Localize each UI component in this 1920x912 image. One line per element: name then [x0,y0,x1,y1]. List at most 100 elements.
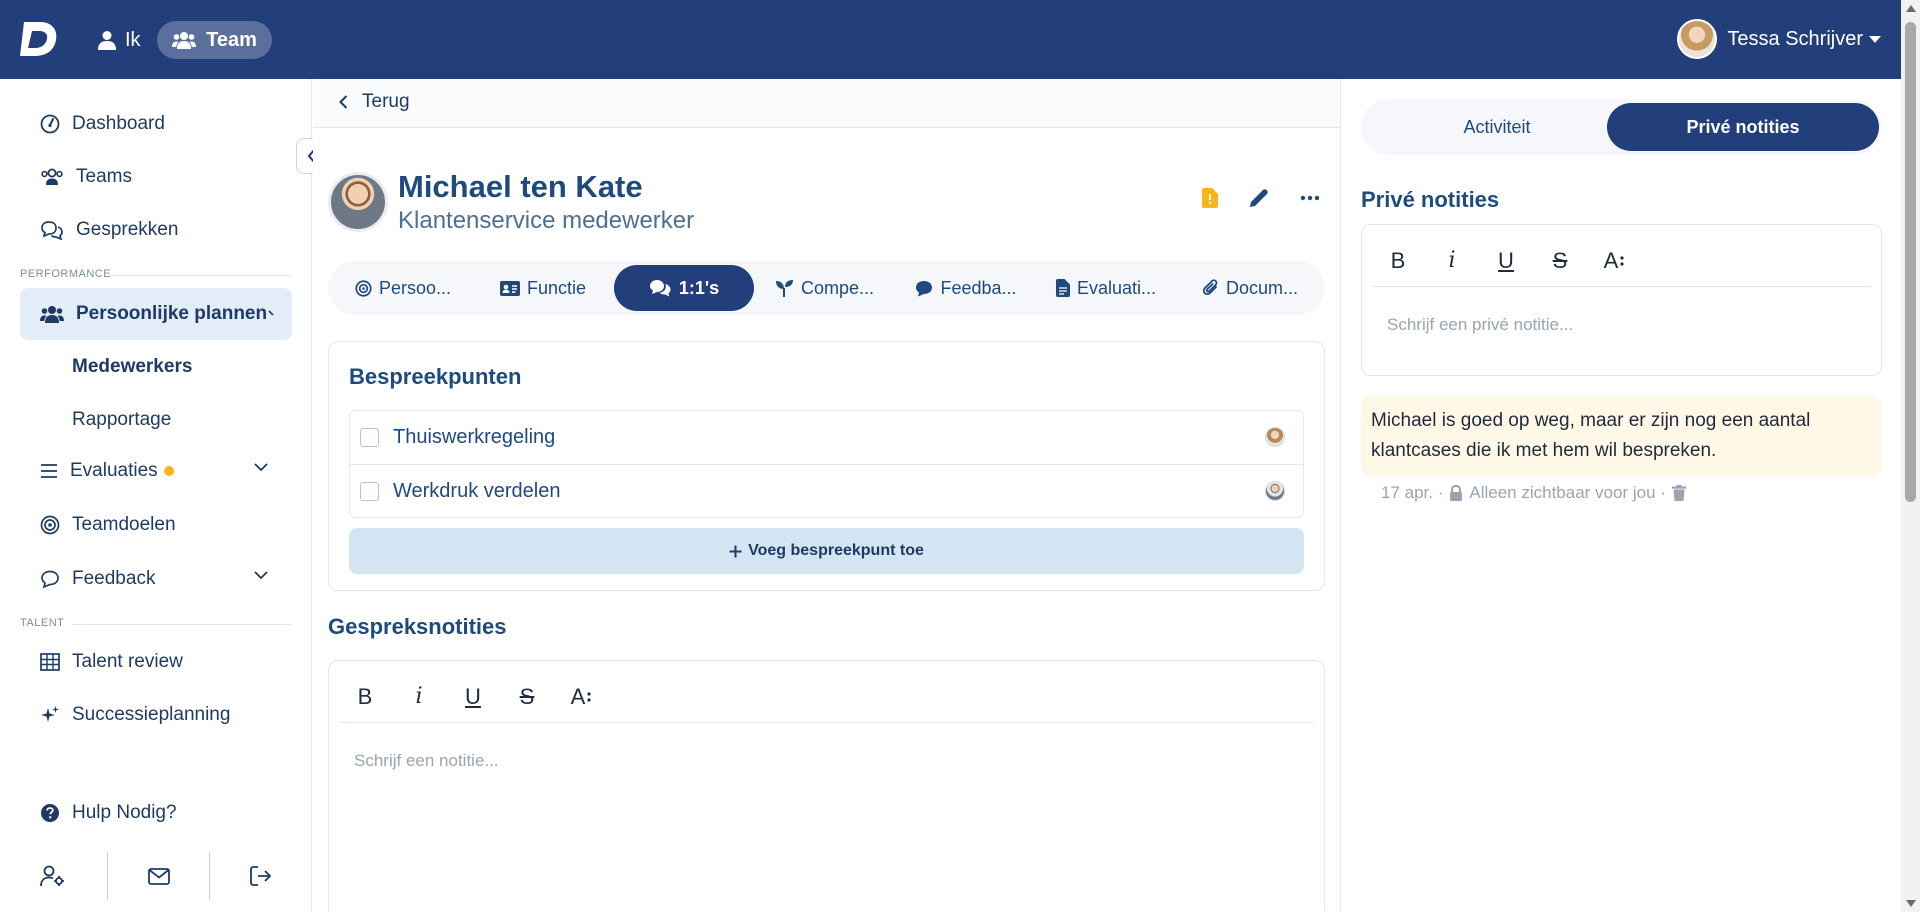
users-icon [40,306,64,323]
comments-icon [649,280,671,297]
font-size-button[interactable]: A [1598,245,1630,277]
target-icon [355,279,372,297]
sidebar-item-dashboard[interactable]: Dashboard [20,98,292,150]
divider [110,275,292,276]
list-icon [41,464,57,478]
plus-icon [729,545,742,557]
sidebar-item-gesprekken[interactable]: Gesprekken [20,204,292,256]
tab-persoonlijk[interactable]: Persoo... [338,265,468,311]
underline-button[interactable]: U [1490,245,1522,277]
tab-label: Functie [526,277,587,298]
list-item: Thuiswerkregeling [350,411,1303,464]
private-notes-title: Privé notities [1361,187,1500,212]
notes-editor: B i U S A Schrijf een notitie... [328,660,1325,912]
tab-one-on-ones[interactable]: 1:1's [614,265,754,311]
file-alert-icon[interactable] [1202,188,1218,208]
users-icon [172,32,197,49]
nav-team-label: Team [206,28,257,51]
sidebar-item-label: Feedback [72,568,156,589]
notification-dot [163,466,174,476]
sidebar-item-persoonlijke-plannen[interactable]: Persoonlijke plannen [20,288,292,340]
envelope-icon [148,867,170,885]
tab-evaluaties[interactable]: Evaluati... [1041,265,1171,311]
strikethrough-button[interactable]: S [511,681,543,713]
sidebar-item-successieplanning[interactable]: Successieplanning [20,689,292,741]
employee-name: Michael ten Kate [398,169,643,204]
top-bar: Ik Team Tessa Schrijver [0,0,1901,79]
chevron-down-icon [268,310,274,316]
more-horizontal-icon[interactable] [1300,195,1320,201]
user-gear-icon [40,865,64,887]
section-label-talent: TALENT [20,617,65,629]
chevron-down-icon[interactable] [254,463,268,472]
sidebar-subitem-medewerkers[interactable]: Medewerkers [72,356,192,378]
gauge-icon [40,114,60,134]
tab-activiteit[interactable]: Activiteit [1361,103,1633,151]
user-name: Tessa Schrijver [1727,27,1863,50]
nav-ik[interactable]: Ik [92,22,147,58]
avatar [1265,481,1285,501]
comment-icon [916,280,933,296]
chevron-left-icon [339,95,348,109]
private-note-meta: 17 apr. · Alleen zichtbaar voor jou · [1381,483,1686,503]
private-note-input[interactable]: Schrijf een privé notitie... [1387,315,1573,335]
tab-feedback[interactable]: Feedba... [901,265,1031,311]
user-menu[interactable]: Tessa Schrijver [1677,16,1881,62]
editor-toolbar: B i U S A [1372,235,1871,287]
seedling-icon [775,280,793,297]
back-label: Terug [362,91,410,112]
trash-icon[interactable] [1671,485,1686,501]
size-dots-icon [587,691,591,702]
add-agenda-item-button[interactable]: Voeg bespreekpunt toe [349,528,1304,574]
scroll-thumb[interactable] [1905,22,1916,502]
agenda-item-label[interactable]: Werkdruk verdelen [393,480,560,503]
page-scrollbar[interactable] [1901,0,1920,912]
font-size-label: A [570,683,586,709]
notes-input[interactable]: Schrijf een notitie... [354,751,499,771]
right-panel: Activiteit Privé notities Privé notities… [1340,79,1901,912]
list-item: Werkdruk verdelen [350,464,1303,517]
strikethrough-button[interactable]: S [1544,245,1576,277]
chevron-down-icon[interactable] [254,571,268,580]
sidebar-item-talent-review[interactable]: Talent review [20,636,292,688]
scroll-down-icon[interactable] [1906,900,1916,907]
sidebar-item-label: Teamdoelen [72,514,176,535]
logout-button[interactable] [210,852,312,900]
sidebar-item-teams[interactable]: Teams [20,151,292,203]
messages-button[interactable] [108,852,210,900]
underline-button[interactable]: U [457,681,489,713]
private-notes-editor: B i U S A Schrijf een privé notitie... [1361,224,1882,376]
bold-button[interactable]: B [1382,245,1414,277]
bold-button[interactable]: B [349,681,381,713]
pencil-icon[interactable] [1248,187,1270,209]
tab-documenten[interactable]: Docum... [1183,265,1318,311]
font-size-button[interactable]: A [565,681,597,713]
scroll-up-icon[interactable] [1906,5,1916,12]
help-link[interactable]: Hulp Nodig? [20,787,292,839]
app-logo-icon[interactable] [18,18,60,60]
sidebar-item-label: Evaluaties [70,460,158,481]
add-agenda-item-label: Voeg bespreekpunt toe [748,542,924,559]
user-settings-button[interactable] [2,852,104,900]
tab-prive-notities[interactable]: Privé notities [1607,103,1879,151]
sidebar-item-label: Teams [76,166,132,187]
sidebar-item-feedback[interactable]: Feedback [20,553,292,605]
sidebar-item-evaluaties[interactable]: Evaluaties [20,445,292,497]
tab-functie[interactable]: Functie [478,265,608,311]
editor-toolbar: B i U S A [339,671,1314,723]
back-button[interactable]: Terug [339,91,410,113]
italic-button[interactable]: i [403,681,435,713]
agenda-card: Bespreekpunten Thuiswerkregeling Werkdru… [328,341,1325,591]
italic-button[interactable]: i [1436,245,1468,277]
agenda-item-label[interactable]: Thuiswerkregeling [393,426,555,449]
sidebar: Dashboard Teams Gesprekken PERFORMANCE P… [0,79,312,912]
nav-team[interactable]: Team [157,21,272,59]
tab-competenties[interactable]: Compe... [760,265,890,311]
agenda-checkbox[interactable] [360,428,379,447]
sidebar-item-teamdoelen[interactable]: Teamdoelen [20,499,292,551]
sidebar-subitem-rapportage[interactable]: Rapportage [72,409,171,431]
agenda-checkbox[interactable] [360,481,379,501]
sidebar-bottom-actions [0,852,312,900]
file-icon [1055,279,1070,297]
help-label: Hulp Nodig? [72,802,177,823]
